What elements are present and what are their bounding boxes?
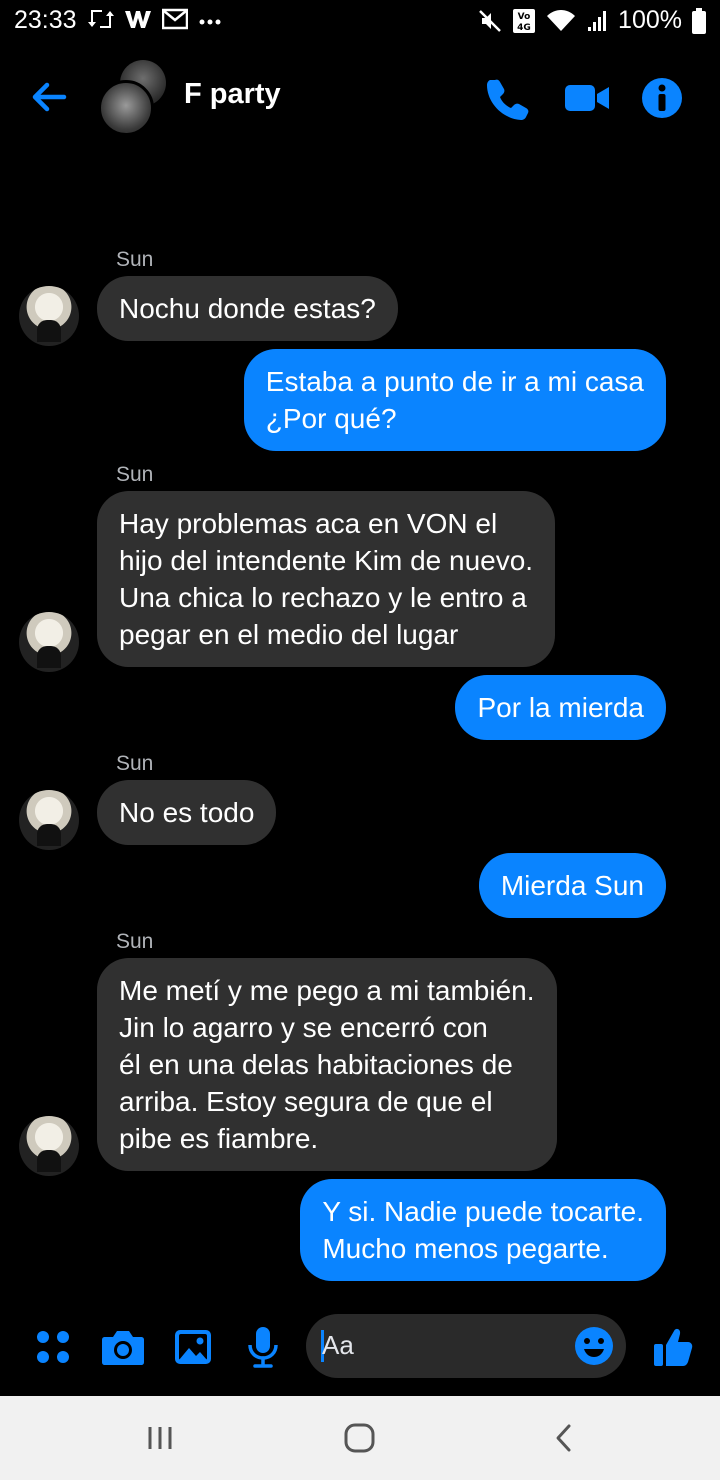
info-button[interactable]: [640, 76, 684, 120]
group-avatar[interactable]: [98, 60, 172, 136]
system-icons: Vo 4G 100%: [478, 6, 706, 35]
apps-button[interactable]: [30, 1324, 76, 1370]
back-icon: [556, 1424, 571, 1452]
recent-apps-button[interactable]: [140, 1422, 180, 1454]
wifi-icon: [546, 9, 576, 33]
info-icon: [642, 78, 682, 118]
video-call-button[interactable]: [564, 76, 609, 120]
retweet-icon: [88, 8, 114, 30]
emoji-button[interactable]: [572, 1324, 616, 1368]
back-arrow-icon: [32, 82, 67, 112]
volte-4g-icon: Vo 4G: [512, 8, 536, 34]
battery-icon: [692, 7, 706, 34]
sender-name: Sun: [116, 930, 154, 953]
sender-name: Sun: [116, 463, 154, 486]
svg-text:Vo: Vo: [518, 12, 531, 22]
message-placeholder: Aa: [322, 1330, 354, 1360]
messenger-screen: 23:33 Vo 4G 100% F party Sun Nochu donde…: [0, 0, 720, 1480]
message-input[interactable]: Aa: [306, 1314, 626, 1378]
camera-icon: [102, 1331, 144, 1365]
message-bubble-incoming[interactable]: Me metí y me pego a mi también. Jin lo a…: [97, 958, 557, 1171]
like-button[interactable]: [650, 1324, 696, 1370]
message-bubble-outgoing[interactable]: Y si. Nadie puede tocarte. Mucho menos p…: [300, 1179, 666, 1281]
message-bubble-outgoing[interactable]: Por la mierda: [455, 675, 666, 740]
battery-percent: 100%: [618, 6, 682, 34]
chat-title[interactable]: F party: [184, 78, 281, 111]
more-dots-icon: [198, 8, 222, 30]
video-icon: [565, 85, 609, 111]
camera-button[interactable]: [100, 1324, 146, 1370]
sender-name: Sun: [116, 248, 154, 271]
message-bubble-incoming[interactable]: Nochu donde estas?: [97, 276, 398, 341]
message-bubble-incoming[interactable]: Hay problemas aca en VON el hijo del int…: [97, 491, 556, 667]
home-button[interactable]: [340, 1422, 380, 1454]
sender-avatar[interactable]: [19, 286, 79, 346]
signal-icon: [586, 9, 608, 33]
thumbs-up-icon: [654, 1328, 693, 1366]
call-button[interactable]: [486, 76, 530, 120]
w-app-icon: [124, 8, 152, 30]
gallery-button[interactable]: [170, 1324, 216, 1370]
sender-avatar[interactable]: [19, 1116, 79, 1176]
phone-icon: [487, 79, 529, 120]
nav-back-button[interactable]: [544, 1422, 584, 1454]
emoji-icon: [575, 1327, 613, 1365]
status-time: 23:33: [14, 6, 77, 34]
chat-header: F party: [0, 52, 720, 142]
recent-apps-icon: [148, 1427, 172, 1449]
status-bar: 23:33 Vo 4G 100%: [0, 0, 720, 44]
microphone-button[interactable]: [240, 1324, 286, 1370]
message-bubble-outgoing[interactable]: Estaba a punto de ir a mi casa ¿Por qué?: [243, 349, 666, 451]
avatar: [98, 80, 154, 136]
sender-avatar[interactable]: [19, 790, 79, 850]
gallery-icon: [175, 1330, 211, 1364]
back-button[interactable]: [26, 74, 72, 120]
sender-name: Sun: [116, 752, 154, 775]
apps-grid-icon: [37, 1331, 69, 1363]
gmail-icon: [162, 8, 188, 30]
notification-icons: [88, 8, 222, 30]
home-icon: [344, 1423, 375, 1453]
mute-icon: [478, 9, 502, 33]
system-nav-bar: [0, 1396, 720, 1480]
svg-text:4G: 4G: [517, 23, 531, 33]
sender-avatar[interactable]: [19, 612, 79, 672]
microphone-icon: [248, 1327, 278, 1368]
message-bubble-incoming[interactable]: No es todo: [97, 780, 277, 845]
message-composer: Aa: [0, 1310, 720, 1386]
message-bubble-outgoing[interactable]: Mierda Sun: [478, 853, 666, 918]
